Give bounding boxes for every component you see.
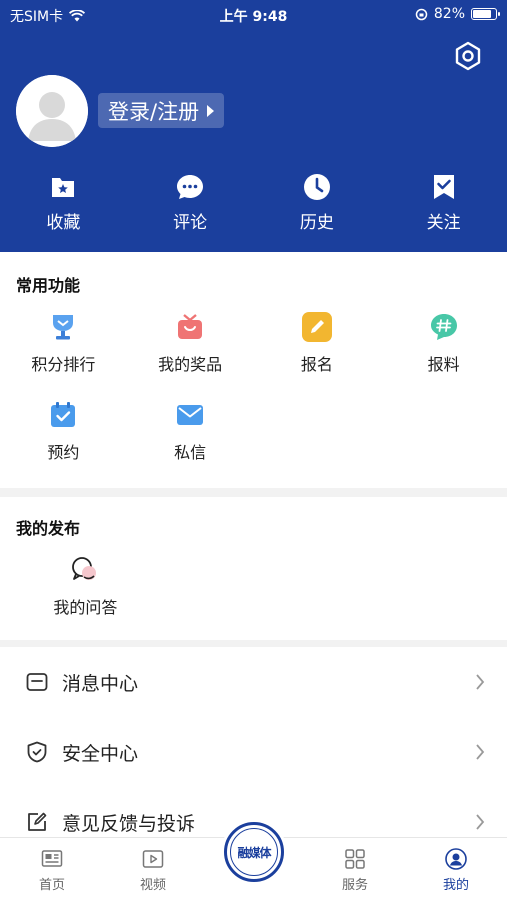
user-icon	[445, 848, 467, 870]
default-avatar-icon	[16, 75, 88, 147]
chevron-right-icon	[476, 814, 485, 830]
mail-icon	[175, 400, 205, 430]
nav-favorites[interactable]: 收藏	[0, 172, 127, 233]
tab-mine[interactable]: 我的	[426, 848, 486, 893]
nav-history[interactable]: 历史	[254, 172, 381, 233]
message-icon	[26, 673, 48, 691]
section-title: 常用功能	[16, 276, 81, 295]
qa-chat-icon	[70, 555, 100, 585]
calendar-check-icon	[48, 400, 78, 430]
orientation-lock-icon	[415, 8, 428, 20]
tab-video[interactable]: 视频	[123, 848, 183, 893]
grid-item-points-ranking[interactable]: 积分排行	[0, 312, 127, 375]
grid-item-my-prizes[interactable]: 我的奖品	[127, 312, 254, 375]
caret-right-icon	[207, 104, 215, 117]
grid-icon	[345, 849, 365, 869]
grid-item-private-message[interactable]: 私信	[127, 400, 254, 463]
login-register-button[interactable]: 登录/注册	[98, 93, 225, 128]
profile-header: 无SIM卡 上午 9:48 82% 登录/注册 收藏 评论 历史 关注	[0, 0, 507, 252]
nav-follow[interactable]: 关注	[380, 172, 507, 233]
hash-icon	[429, 312, 459, 342]
grid-item-my-qa[interactable]: 我的问答	[22, 555, 149, 618]
bookmark-star-icon	[52, 178, 75, 197]
tab-services[interactable]: 服务	[325, 848, 385, 893]
grid-item-tipoff[interactable]: 报料	[380, 312, 507, 375]
battery-icon	[471, 8, 500, 20]
tab-home[interactable]: 首页	[22, 848, 82, 893]
header-nav: 收藏 评论 历史 关注	[0, 172, 507, 233]
gift-icon	[175, 312, 205, 342]
media-center-button[interactable]: 融媒体	[224, 822, 284, 882]
menu-row-message-center[interactable]: 消息中心	[0, 647, 507, 717]
battery-percent: 82%	[433, 6, 465, 22]
grid-item-reservation[interactable]: 预约	[0, 400, 127, 463]
my-publish-section: 我的发布 我的问答	[0, 497, 507, 640]
avatar[interactable]	[16, 75, 88, 147]
grid-item-signup[interactable]: 报名	[254, 312, 381, 375]
video-icon	[142, 850, 164, 868]
common-functions-section: 常用功能 积分排行 我的奖品 报名 报料 预约 私信	[0, 252, 507, 488]
shield-icon	[27, 741, 47, 763]
settings-icon[interactable]	[452, 40, 484, 72]
chevron-right-icon	[476, 744, 485, 760]
nav-comments[interactable]: 评论	[127, 172, 254, 233]
login-register-label: 登录/注册	[108, 99, 200, 124]
news-icon	[41, 850, 63, 867]
status-bar: 无SIM卡 上午 9:48 82%	[0, 0, 507, 30]
feedback-edit-icon	[28, 812, 47, 831]
chevron-right-icon	[476, 674, 485, 690]
trophy-icon	[48, 312, 78, 342]
follow-icon	[433, 175, 454, 199]
comment-icon	[177, 175, 204, 199]
media-center-label: 融媒体	[230, 828, 278, 876]
clock-icon	[303, 174, 330, 200]
pencil-icon	[301, 312, 332, 342]
section-title: 我的发布	[16, 519, 81, 538]
menu-row-security-center[interactable]: 安全中心	[0, 717, 507, 787]
